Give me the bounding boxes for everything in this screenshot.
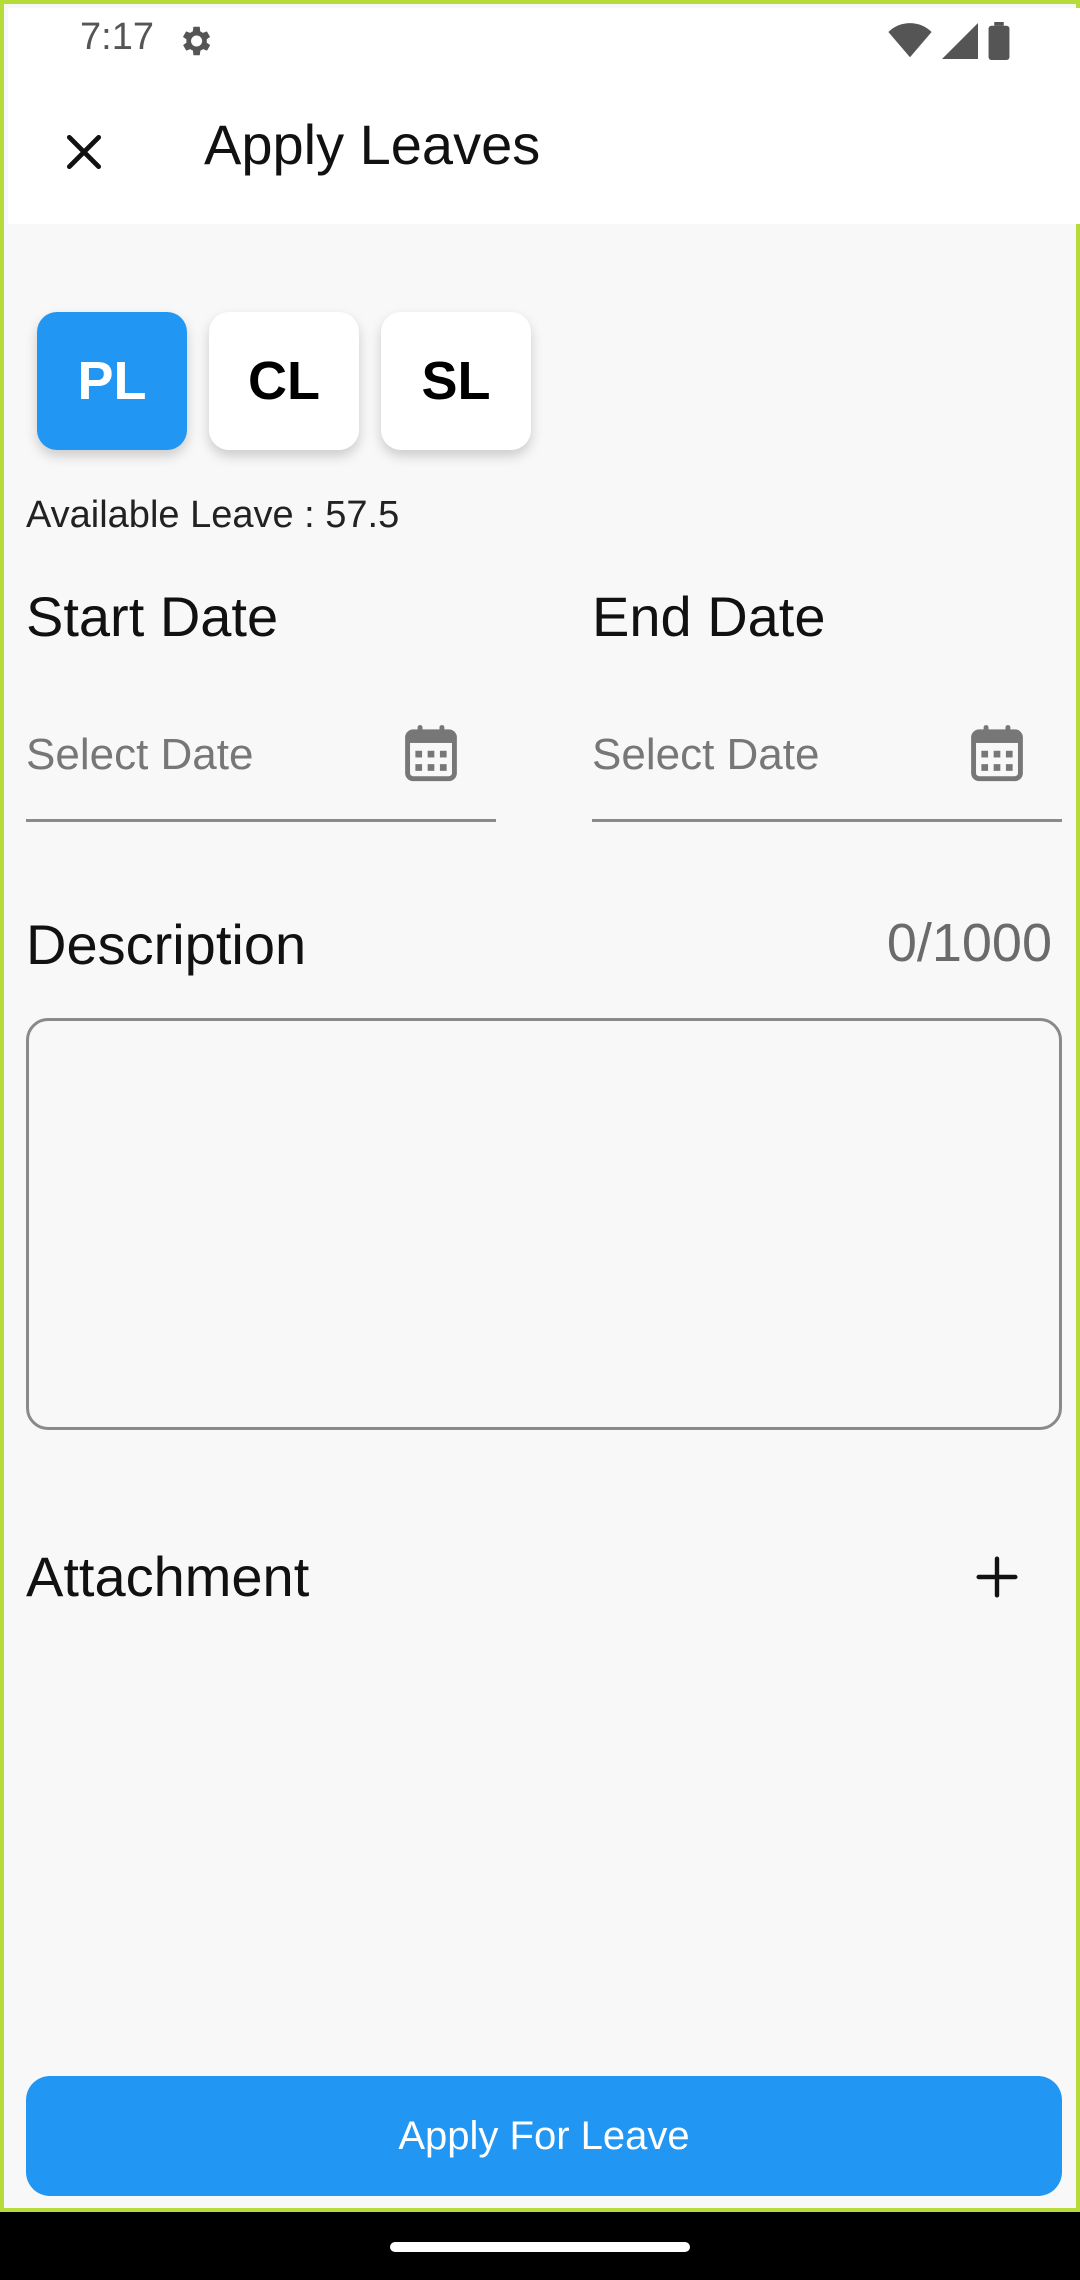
apply-for-leave-button[interactable]: Apply For Leave — [26, 2076, 1062, 2196]
calendar-icon[interactable] — [970, 724, 1024, 782]
wifi-icon — [888, 23, 932, 58]
plus-icon — [976, 1556, 1018, 1598]
start-date-field[interactable]: Select Date — [26, 704, 496, 822]
start-date-placeholder: Select Date — [26, 730, 254, 779]
leave-type-cl-chip[interactable]: CL — [209, 312, 359, 450]
close-button[interactable] — [44, 112, 124, 192]
home-indicator[interactable] — [390, 2242, 690, 2252]
attachment-label: Attachment — [26, 1545, 310, 1608]
start-date-label: Start Date — [26, 585, 279, 648]
status-icons — [888, 22, 1010, 60]
description-textarea[interactable] — [26, 1018, 1062, 1430]
app-bar: Apply Leaves — [8, 70, 1080, 224]
close-icon — [66, 134, 102, 170]
calendar-icon[interactable] — [404, 724, 458, 782]
status-bar: 7:17 — [8, 8, 1080, 70]
end-date-label: End Date — [592, 585, 826, 648]
leave-type-selector: PL CL SL — [37, 312, 531, 450]
leave-type-pl-chip[interactable]: PL — [37, 312, 187, 450]
leave-type-sl-chip[interactable]: SL — [381, 312, 531, 450]
battery-icon — [988, 22, 1010, 60]
app-frame: 7:17 Apply Leaves PL CL SL Available Lea… — [0, 0, 1080, 2212]
end-date-field[interactable]: Select Date — [592, 704, 1062, 822]
signal-icon — [942, 23, 978, 59]
settings-gear-icon — [182, 26, 211, 56]
available-leave-text: Available Leave : 57.5 — [26, 494, 400, 536]
description-label: Description — [26, 913, 307, 976]
end-date-placeholder: Select Date — [592, 730, 820, 779]
system-nav-bar — [0, 2212, 1080, 2280]
page-title: Apply Leaves — [204, 113, 541, 176]
add-attachment-button[interactable] — [962, 1542, 1032, 1612]
description-char-counter: 0/1000 — [886, 913, 1052, 973]
status-time: 7:17 — [80, 16, 154, 58]
